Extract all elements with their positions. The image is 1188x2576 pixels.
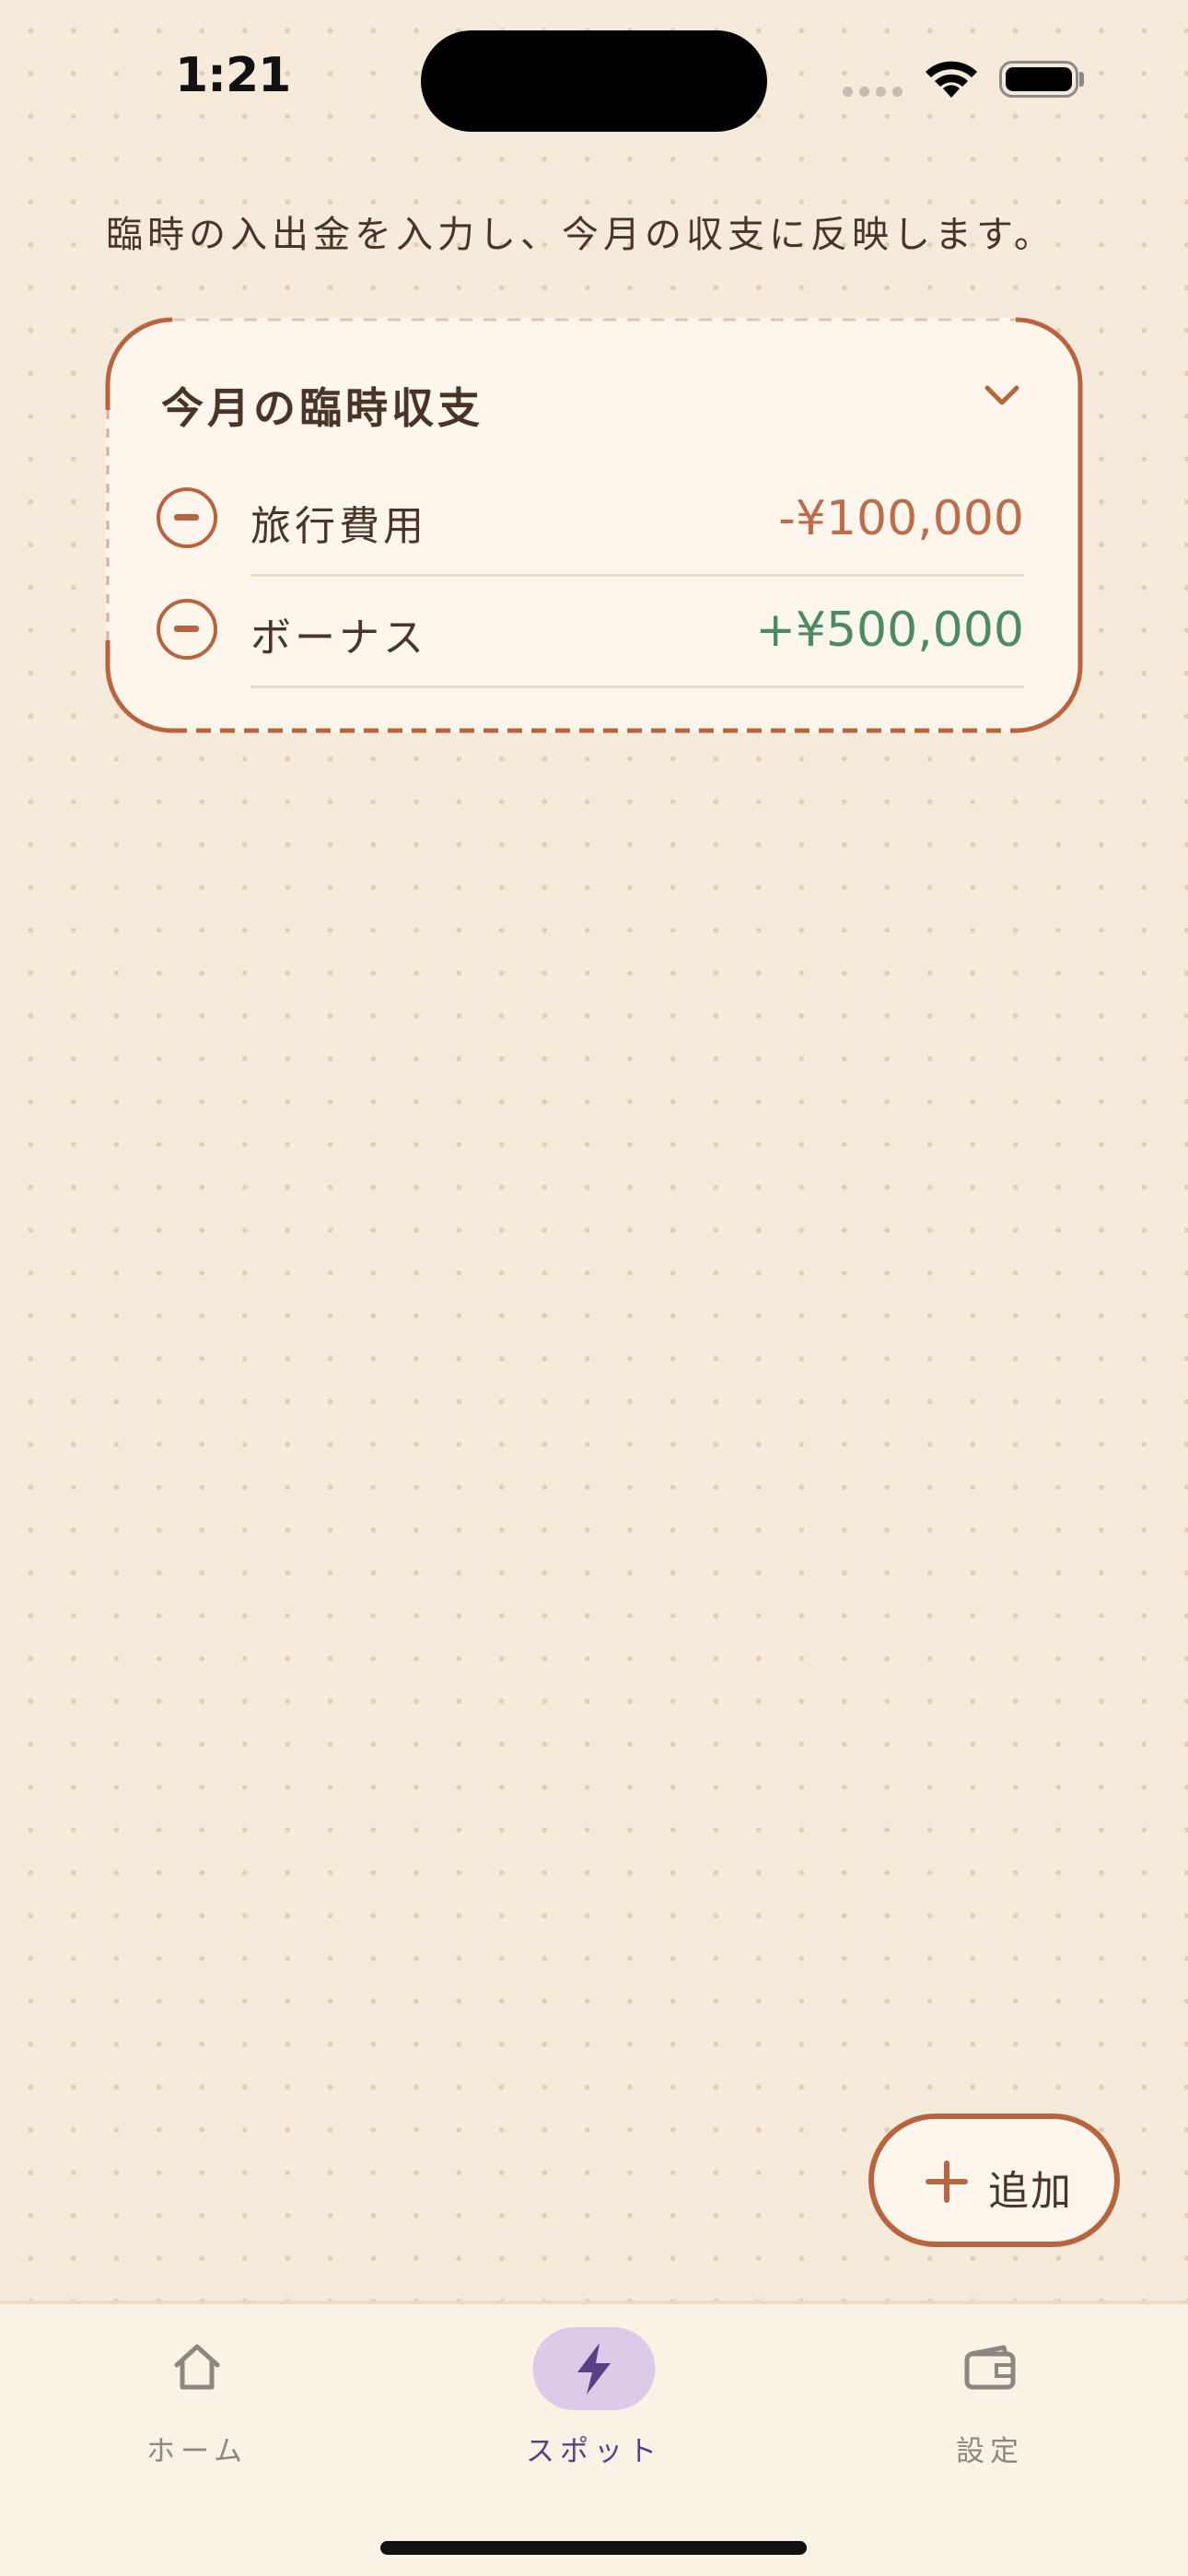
tab-bar: ホーム スポット 設定 [0,2301,1188,2576]
tab-settings[interactable]: 設定 [852,2304,1128,2488]
battery-cap [1079,72,1084,87]
chevron-down-icon[interactable] [984,382,1020,410]
row-divider [250,685,1024,688]
entry-amount: +¥500,000 [755,603,1024,658]
page-description: 臨時の入出金を入力し、今月の収支に反映します。 [106,214,1055,256]
card-title: 今月の臨時収支 [161,383,483,433]
wallet-icon [964,2345,1016,2390]
wifi-icon [926,61,977,98]
tab-spot-label: スポット [526,2435,662,2468]
home-icon [174,2344,220,2390]
plus-icon [926,2160,968,2203]
spot-entry-row[interactable]: 旅行費用 -¥100,000 [157,476,1031,577]
remove-entry-icon[interactable] [157,487,217,548]
status-time: 1:21 [175,48,291,103]
tab-spot[interactable]: スポット [456,2304,732,2488]
tab-home-label: ホーム [146,2435,249,2468]
tab-settings-label: 設定 [956,2435,1024,2468]
battery-icon [999,61,1078,98]
row-divider [250,574,1024,577]
spot-entry-row[interactable]: ボーナス +¥500,000 [157,588,1031,688]
entry-name: ボーナス [250,615,427,662]
monthly-spot-card: 今月の臨時収支 旅行費用 -¥100,000 ボーナス +¥500,000 [105,317,1083,733]
remove-entry-icon[interactable] [157,599,217,660]
entry-name: 旅行費用 [250,503,427,550]
entry-amount: -¥100,000 [778,491,1024,546]
tab-home[interactable]: ホーム [59,2304,335,2488]
cellular-signal-icon [843,87,903,97]
add-button[interactable]: 追加 [868,2113,1120,2247]
home-indicator [380,2541,807,2555]
bolt-icon [577,2343,611,2395]
add-button-label: 追加 [988,2168,1073,2215]
dynamic-island [421,30,767,132]
